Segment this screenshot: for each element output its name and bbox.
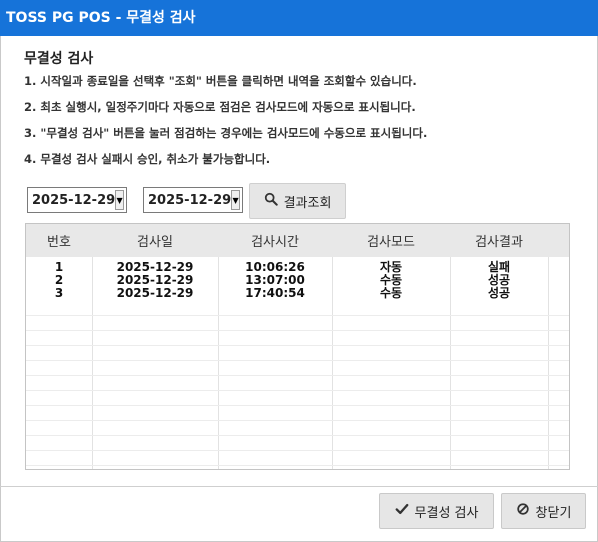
- note-1: 1. 시작일과 종료일을 선택후 "조회" 버튼을 클릭하면 내역을 조회할수 …: [24, 74, 417, 88]
- table-row[interactable]: 2 2025-12-29 13:07:00 수동 성공: [26, 273, 569, 286]
- integrity-check-label: 무결성 검사: [414, 505, 479, 521]
- integrity-check-button[interactable]: 무결성 검사: [379, 493, 494, 529]
- row-divider: [26, 345, 569, 346]
- table-header: 번호 검사일 검사시간 검사모드 검사결과: [26, 224, 569, 257]
- cell-mode: 수동: [379, 272, 403, 287]
- search-results-button[interactable]: 결과조회: [249, 183, 346, 219]
- chevron-down-icon[interactable]: ▼: [115, 190, 124, 210]
- column-header-time[interactable]: 검사시간: [218, 224, 332, 257]
- results-table: 번호 검사일 검사시간 검사모드 검사결과 1 2025-12-29 10:06…: [25, 223, 570, 470]
- end-date-picker[interactable]: 2025-12-29 ▼: [143, 187, 243, 213]
- row-divider: [26, 375, 569, 376]
- table-row[interactable]: 3 2025-12-29 17:40:54 수동 성공: [26, 286, 569, 299]
- end-date-value: 2025-12-29: [148, 192, 232, 208]
- note-2: 2. 최초 실행시, 일정주기마다 자동으로 점검은 검사모드에 자동으로 표시…: [24, 100, 416, 114]
- cell-date: 2025-12-29: [116, 259, 194, 274]
- cell-date: 2025-12-29: [116, 272, 194, 287]
- start-date-value: 2025-12-29: [32, 192, 116, 208]
- cell-result: 실패: [487, 259, 511, 274]
- close-window-button[interactable]: 창닫기: [501, 493, 586, 529]
- search-results-label: 결과조회: [283, 195, 332, 211]
- cell-time: 17:40:54: [245, 285, 305, 300]
- start-date-picker[interactable]: 2025-12-29 ▼: [27, 187, 127, 213]
- row-divider: [26, 405, 569, 406]
- column-header-filler: [548, 224, 569, 257]
- magnifier-icon: [264, 192, 278, 210]
- cell-result: 성공: [487, 285, 511, 300]
- table-row[interactable]: 1 2025-12-29 10:06:26 자동 실패: [26, 260, 569, 273]
- footer-divider: [0, 486, 598, 487]
- chevron-down-icon[interactable]: ▼: [231, 190, 240, 210]
- row-divider: [26, 390, 569, 391]
- row-divider: [26, 360, 569, 361]
- prohibited-circle-icon: [516, 502, 530, 520]
- cell-time: 13:07:00: [245, 272, 305, 287]
- column-header-result[interactable]: 검사결과: [450, 224, 548, 257]
- cell-number: 3: [54, 285, 64, 300]
- note-4: 4. 무결성 검사 실패시 승인, 취소가 불가능합니다.: [24, 152, 271, 166]
- cell-mode: 수동: [379, 285, 403, 300]
- column-header-date[interactable]: 검사일: [92, 224, 218, 257]
- close-window-label: 창닫기: [535, 505, 572, 521]
- column-header-mode[interactable]: 검사모드: [332, 224, 450, 257]
- column-header-number[interactable]: 번호: [26, 224, 92, 257]
- cell-result: 성공: [487, 272, 511, 287]
- cell-mode: 자동: [379, 259, 403, 274]
- row-divider: [26, 420, 569, 421]
- cell-number: 1: [54, 259, 64, 274]
- cell-number: 2: [54, 272, 64, 287]
- row-divider: [26, 330, 569, 331]
- instruction-notes: 1. 시작일과 종료일을 선택후 "조회" 버튼을 클릭하면 내역을 조회할수 …: [24, 74, 427, 178]
- cell-date: 2025-12-29: [116, 285, 194, 300]
- cell-time: 10:06:26: [245, 259, 305, 274]
- row-divider: [26, 315, 569, 316]
- row-divider: [26, 435, 569, 436]
- row-divider: [26, 450, 569, 451]
- section-heading: 무결성 검사: [24, 51, 94, 67]
- window-title-bar: TOSS PG POS - 무결성 검사: [0, 0, 598, 36]
- row-divider: [26, 465, 569, 466]
- window-title: TOSS PG POS - 무결성 검사: [6, 10, 196, 26]
- note-3: 3. "무결성 검사" 버튼을 눌러 점검하는 경우에는 검사모드에 수동으로 …: [24, 126, 428, 140]
- checkmark-icon: [395, 502, 409, 520]
